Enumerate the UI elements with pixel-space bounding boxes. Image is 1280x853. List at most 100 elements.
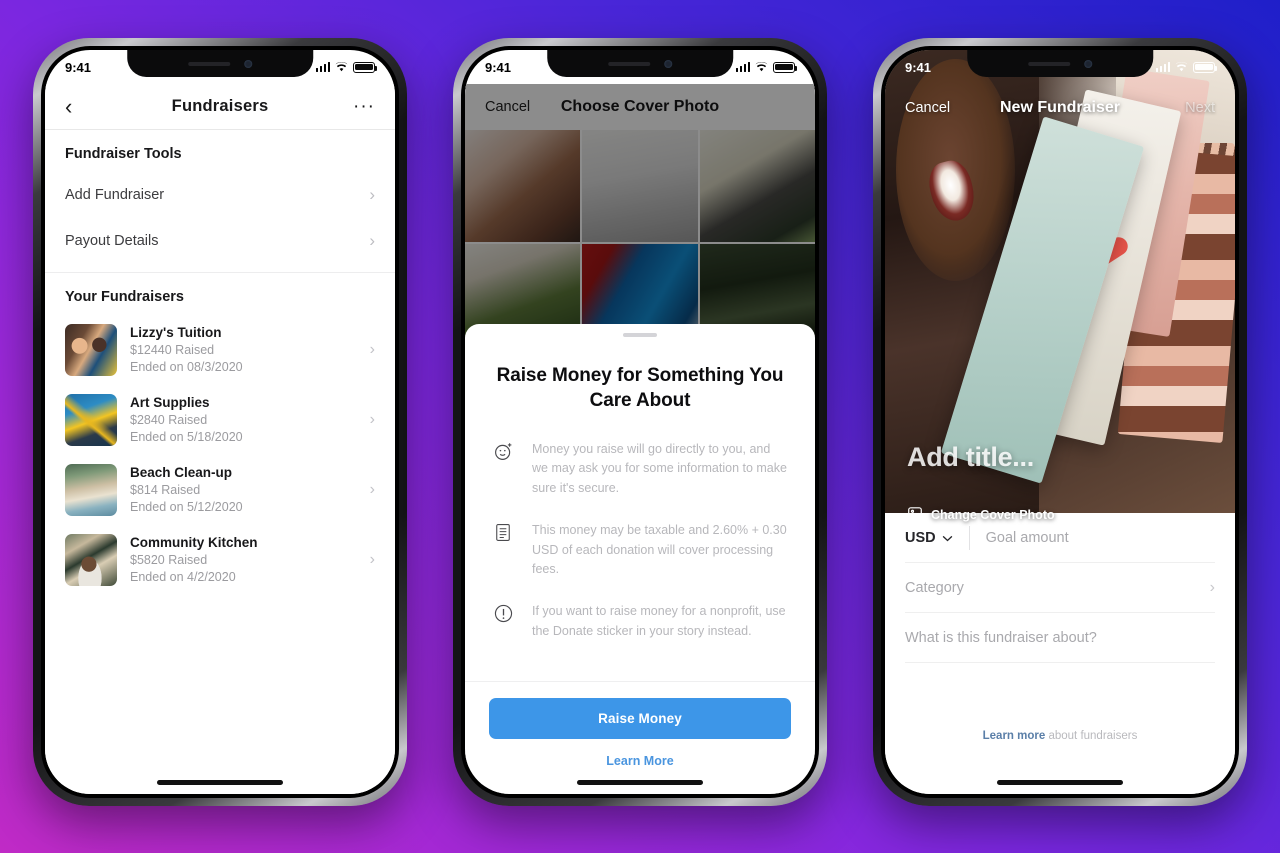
list-item-text: Community Kitchen $5820 Raised Ended on … bbox=[130, 534, 357, 586]
list-item-text: If you want to raise money for a nonprof… bbox=[532, 604, 786, 638]
cellular-signal-icon bbox=[315, 62, 330, 72]
speaker-icon bbox=[188, 61, 230, 66]
list-item[interactable]: Community Kitchen $5820 Raised Ended on … bbox=[45, 525, 395, 595]
sheet-info-list: Money you raise will go directly to you,… bbox=[465, 414, 815, 681]
fundraiser-ended: Ended on 5/12/2020 bbox=[130, 500, 243, 514]
footer-text: about fundraisers bbox=[1045, 730, 1138, 742]
list-item[interactable]: Beach Clean-up $814 Raised Ended on 5/12… bbox=[45, 455, 395, 525]
learn-more-link[interactable]: Learn More bbox=[489, 754, 791, 768]
front-camera-icon bbox=[244, 59, 252, 68]
cancel-button[interactable]: Cancel bbox=[905, 100, 950, 116]
fundraiser-raised: $814 Raised bbox=[130, 483, 201, 498]
next-button[interactable]: Next bbox=[1185, 100, 1215, 116]
chevron-down-icon bbox=[942, 530, 953, 546]
phone2-screen: 9:41 Cancel Choose Cover Photo Raise Mon… bbox=[465, 50, 815, 794]
chevron-right-icon: › bbox=[1209, 578, 1215, 596]
category-row[interactable]: Category › bbox=[905, 563, 1215, 613]
status-time: 9:41 bbox=[65, 59, 92, 75]
raise-money-bottom-sheet: Raise Money for Something You Care About… bbox=[465, 324, 815, 794]
navigation-bar: Cancel New Fundraiser Next bbox=[885, 84, 1235, 132]
page-title: Fundraisers bbox=[171, 97, 269, 115]
description-row[interactable]: What is this fundraiser about? bbox=[905, 613, 1215, 663]
phone1-screen: 9:41 ‹ Fundraisers ··· Fundraiser Tools … bbox=[45, 50, 395, 794]
front-camera-icon bbox=[664, 59, 672, 68]
goal-amount-input[interactable]: Goal amount bbox=[986, 530, 1069, 546]
list-item-text: Art Supplies $2840 Raised Ended on 5/18/… bbox=[130, 394, 357, 446]
fundraiser-title: Lizzy's Tuition bbox=[130, 325, 222, 341]
speaker-icon bbox=[1028, 61, 1070, 66]
smiley-sparkle-icon bbox=[493, 440, 515, 499]
cellular-signal-icon bbox=[1155, 62, 1170, 72]
notch bbox=[547, 50, 733, 77]
change-cover-photo-button[interactable]: Change Cover Photo bbox=[907, 505, 1055, 524]
fundraiser-thumbnail bbox=[65, 394, 117, 446]
photo-icon bbox=[907, 505, 923, 524]
speaker-icon bbox=[608, 61, 650, 66]
fundraiser-title: Art Supplies bbox=[130, 395, 210, 411]
home-indicator[interactable] bbox=[997, 780, 1123, 785]
list-item: This money may be taxable and 2.60% + 0.… bbox=[493, 521, 787, 580]
list-item[interactable]: Lizzy's Tuition $12440 Raised Ended on 0… bbox=[45, 315, 395, 385]
home-indicator[interactable] bbox=[577, 780, 703, 785]
fundraiser-raised: $5820 Raised bbox=[130, 553, 208, 568]
document-icon bbox=[493, 521, 515, 580]
add-title-input[interactable]: Add title... bbox=[907, 442, 1034, 473]
front-camera-icon bbox=[1084, 59, 1092, 68]
chevron-right-icon: › bbox=[369, 551, 375, 568]
more-options-icon[interactable]: ··· bbox=[347, 96, 375, 116]
list-item-text: Lizzy's Tuition $12440 Raised Ended on 0… bbox=[130, 324, 357, 376]
list-item[interactable]: Art Supplies $2840 Raised Ended on 5/18/… bbox=[45, 385, 395, 455]
learn-more-link[interactable]: Learn more bbox=[983, 730, 1046, 742]
status-time: 9:41 bbox=[905, 59, 932, 75]
chevron-right-icon: › bbox=[369, 341, 375, 358]
battery-icon bbox=[353, 61, 377, 73]
category-label: Category bbox=[905, 579, 964, 596]
currency-label: USD bbox=[905, 529, 936, 546]
fundraiser-thumbnail bbox=[65, 534, 117, 586]
notch bbox=[127, 50, 313, 77]
fundraiser-title: Community Kitchen bbox=[130, 535, 258, 551]
change-cover-photo-label: Change Cover Photo bbox=[931, 507, 1055, 522]
list-item: If you want to raise money for a nonprof… bbox=[493, 602, 787, 642]
list-item: Money you raise will go directly to you,… bbox=[493, 440, 787, 499]
raise-money-button[interactable]: Raise Money bbox=[489, 698, 791, 739]
fundraiser-thumbnail bbox=[65, 464, 117, 516]
fundraiser-ended: Ended on 4/2/2020 bbox=[130, 570, 236, 584]
divider bbox=[968, 525, 970, 550]
list-item-text: Money you raise will go directly to you,… bbox=[532, 441, 787, 496]
fundraiser-ended: Ended on 5/18/2020 bbox=[130, 430, 243, 444]
sheet-title: Raise Money for Something You Care About bbox=[496, 365, 784, 412]
home-indicator[interactable] bbox=[157, 780, 283, 785]
fundraiser-raised: $12440 Raised bbox=[130, 343, 215, 358]
back-icon[interactable]: ‹ bbox=[65, 95, 93, 118]
status-time: 9:41 bbox=[485, 59, 512, 75]
section-header-your-fundraisers: Your Fundraisers bbox=[65, 289, 184, 305]
currency-selector[interactable]: USD bbox=[905, 530, 953, 546]
fundraiser-raised: $2840 Raised bbox=[130, 413, 208, 428]
fundraisers-content: Fundraiser Tools Add Fundraiser › Payout… bbox=[45, 130, 395, 794]
list-item-text: Beach Clean-up $814 Raised Ended on 5/12… bbox=[130, 464, 357, 516]
chevron-right-icon: › bbox=[369, 411, 375, 428]
notch bbox=[967, 50, 1153, 77]
battery-icon bbox=[1193, 61, 1217, 73]
menu-item-label: Add Fundraiser bbox=[65, 187, 165, 203]
sheet-footer: Raise Money Learn More bbox=[465, 681, 815, 768]
footer-learn-more: Learn more about fundraisers bbox=[885, 730, 1235, 742]
status-icons bbox=[735, 61, 797, 73]
phone-fundraisers-list: 9:41 ‹ Fundraisers ··· Fundraiser Tools … bbox=[33, 38, 407, 806]
menu-item-add-fundraiser[interactable]: Add Fundraiser › bbox=[45, 172, 395, 218]
phone-new-fundraiser: 9:41 Cancel New Fundraiser Next Add titl… bbox=[873, 38, 1247, 806]
navigation-bar: ‹ Fundraisers ··· bbox=[45, 84, 395, 130]
fundraiser-ended: Ended on 08/3/2020 bbox=[130, 360, 243, 374]
status-icons bbox=[1155, 61, 1217, 73]
phone3-screen: 9:41 Cancel New Fundraiser Next Add titl… bbox=[885, 50, 1235, 794]
battery-icon bbox=[773, 61, 797, 73]
wifi-icon bbox=[755, 62, 768, 72]
phone3-bezel: 9:41 Cancel New Fundraiser Next Add titl… bbox=[881, 46, 1239, 798]
list-item-text: This money may be taxable and 2.60% + 0.… bbox=[532, 522, 787, 577]
fundraiser-thumbnail bbox=[65, 324, 117, 376]
wifi-icon bbox=[1175, 62, 1188, 72]
menu-item-payout-details[interactable]: Payout Details › bbox=[45, 218, 395, 264]
phone2-bezel: 9:41 Cancel Choose Cover Photo Raise Mon… bbox=[461, 46, 819, 798]
description-input[interactable]: What is this fundraiser about? bbox=[905, 630, 1097, 646]
